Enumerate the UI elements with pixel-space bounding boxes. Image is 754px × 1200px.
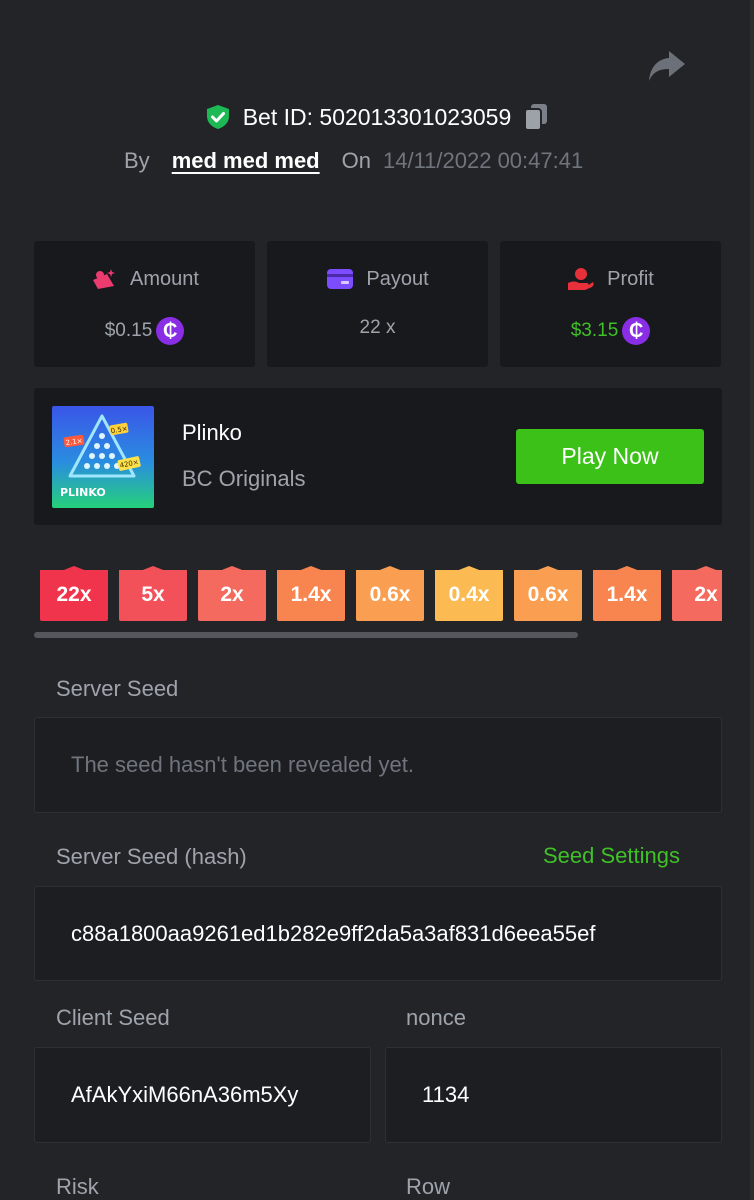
client-seed-field[interactable]: AfAkYxiM66nA36m5Xy xyxy=(34,1047,371,1143)
game-name[interactable]: Plinko xyxy=(182,420,242,446)
bet-meta-row: By med med med On 14/11/2022 00:47:41 xyxy=(124,145,583,177)
amount-label: Amount xyxy=(130,267,199,290)
money-bag-icon xyxy=(93,269,116,289)
plinko-thumbnail[interactable]: 2.1× 0.5× 420× PLINKO xyxy=(52,406,154,508)
shield-check-icon xyxy=(206,105,229,129)
server-seed-hash-label: Server Seed (hash) xyxy=(56,844,247,869)
coin-icon: ₵ xyxy=(622,317,651,345)
username-link[interactable]: med med med xyxy=(172,148,320,174)
nonce-label: nonce xyxy=(406,1005,466,1030)
seed-settings-link[interactable]: Seed Settings xyxy=(543,843,680,869)
payout-card: Payout 22 x xyxy=(267,241,488,367)
bet-id-text: Bet ID: 502013301023059 xyxy=(242,103,512,130)
on-label: On xyxy=(341,148,371,173)
multiplier-slot: 0.6x xyxy=(514,566,582,621)
amount-card: Amount $0.15 ₵ xyxy=(34,241,255,367)
share-icon[interactable] xyxy=(647,48,687,84)
server-seed-value: The seed hasn't been revealed yet. xyxy=(71,752,414,777)
amount-value: $0.15 xyxy=(104,320,153,341)
client-seed-value: AfAkYxiM66nA36m5Xy xyxy=(71,1082,299,1107)
server-seed-label: Server Seed xyxy=(56,676,179,701)
bet-id-row: Bet ID: 502013301023059 xyxy=(0,100,754,134)
scroll-edge xyxy=(750,0,754,1200)
multiplier-slot: 1.4x xyxy=(277,566,345,621)
by-label: By xyxy=(124,148,150,173)
card-icon xyxy=(327,269,354,289)
row-label: Row xyxy=(406,1174,451,1199)
multiplier-slot: 0.6x xyxy=(356,566,424,621)
game-card: 2.1× 0.5× 420× PLINKO Plinko BC Original… xyxy=(34,388,722,525)
horizontal-scrollbar[interactable] xyxy=(34,632,578,638)
plinko-logo-image: 2.1× 0.5× 420× PLINKO xyxy=(52,406,154,508)
hand-coin-icon xyxy=(568,268,594,290)
nonce-field[interactable]: 1134 xyxy=(385,1047,722,1143)
risk-label: Risk xyxy=(56,1174,99,1199)
payout-label: Payout xyxy=(366,267,429,290)
bet-date: 14/11/2022 00:47:41 xyxy=(382,148,584,173)
client-seed-label: Client Seed xyxy=(56,1005,170,1030)
multiplier-slot: 0.4x xyxy=(435,566,503,621)
profit-card: Profit $3.15 ₵ xyxy=(500,241,721,367)
multiplier-slot: 2x xyxy=(198,566,266,621)
multiplier-slot: 5x xyxy=(119,566,187,621)
multiplier-slot: 1.4x xyxy=(593,566,661,621)
profit-value: $3.15 xyxy=(570,320,619,341)
profit-label: Profit xyxy=(607,267,654,290)
server-seed-hash-field[interactable]: c88a1800aa9261ed1b282e9ff2da5a3af831d6ee… xyxy=(34,886,722,981)
play-now-button[interactable]: Play Now xyxy=(516,429,704,484)
server-seed-hash-value: c88a1800aa9261ed1b282e9ff2da5a3af831d6ee… xyxy=(71,920,596,946)
coin-icon: ₵ xyxy=(156,317,185,345)
game-provider: BC Originals xyxy=(182,466,306,491)
multiplier-slot: 2x xyxy=(672,566,722,621)
nonce-value: 1134 xyxy=(422,1082,470,1107)
payout-value: 22 x xyxy=(359,317,396,338)
multiplier-strip[interactable]: 22x 5x 2x 1.4x 0.6x 0.4x 0.6x 1.4x 2x xyxy=(40,566,722,622)
svg-text:PLINKO: PLINKO xyxy=(60,486,106,499)
multiplier-slot: 22x xyxy=(40,566,108,621)
server-seed-field: The seed hasn't been revealed yet. xyxy=(34,717,722,813)
copy-icon[interactable] xyxy=(523,103,549,131)
